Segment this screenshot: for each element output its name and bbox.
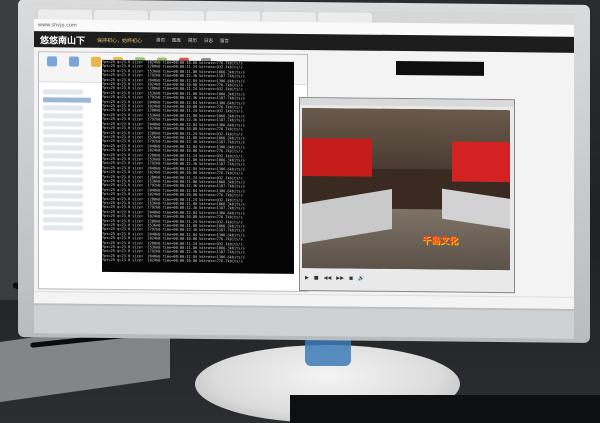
monitor-bezel bbox=[34, 305, 574, 339]
nav-item[interactable]: 图库 bbox=[172, 38, 181, 44]
tree-item[interactable] bbox=[43, 185, 83, 191]
rewind-icon[interactable]: ◀◀ bbox=[324, 275, 332, 281]
folder-tree[interactable] bbox=[43, 86, 105, 283]
nav-item[interactable]: 日志 bbox=[204, 38, 213, 44]
red-stall-sign bbox=[302, 137, 372, 177]
site-nav: 首页 图库 简历 日志 留言 bbox=[156, 37, 229, 44]
tree-item[interactable] bbox=[43, 201, 83, 207]
keyboard bbox=[290, 395, 600, 423]
stop-icon[interactable]: ■ bbox=[314, 275, 319, 281]
monitor-stand-neck bbox=[305, 336, 351, 366]
side-window-header bbox=[396, 60, 484, 76]
video-player-window: 千岛文化 ▶ ■ ◀◀ ▶▶ ◼ 🔊 bbox=[299, 96, 515, 294]
url-input[interactable]: www.shvjo.com bbox=[38, 21, 148, 30]
video-controls: ▶ ■ ◀◀ ▶▶ ◼ 🔊 bbox=[302, 272, 513, 286]
nav-item[interactable]: 简历 bbox=[188, 38, 197, 44]
video-caption: 千岛文化 bbox=[422, 236, 459, 247]
tree-item[interactable] bbox=[43, 97, 91, 103]
fast-forward-icon[interactable]: ▶▶ bbox=[336, 275, 344, 281]
tree-item[interactable] bbox=[43, 209, 83, 215]
back-icon[interactable] bbox=[47, 56, 57, 67]
tree-item[interactable] bbox=[43, 121, 83, 127]
monitor: www.shvjo.com 悠悠南山下 保持初心，始终初心 首页 图库 简历 日… bbox=[18, 0, 590, 343]
video-title bbox=[300, 97, 514, 108]
tree-item[interactable] bbox=[43, 145, 83, 151]
browser-tab[interactable] bbox=[94, 9, 148, 21]
tree-item[interactable] bbox=[43, 169, 83, 175]
site-title[interactable]: 悠悠南山下 bbox=[40, 33, 85, 46]
browser-tab[interactable] bbox=[318, 12, 372, 23]
nav-item[interactable]: 留言 bbox=[220, 38, 229, 44]
monitor-screen: www.shvjo.com 悠悠南山下 保持初心，始终初心 首页 图库 简历 日… bbox=[34, 7, 574, 309]
terminal-line: fps=25 q=23.0 size= 1024kB time=00:00:10… bbox=[102, 258, 243, 264]
browser-tab[interactable] bbox=[38, 9, 92, 20]
fullscreen-icon[interactable]: ◼ bbox=[349, 275, 353, 281]
tree-item[interactable] bbox=[43, 193, 83, 199]
folder-icon[interactable] bbox=[91, 56, 101, 67]
tree-item[interactable] bbox=[43, 137, 83, 143]
tree-item[interactable] bbox=[43, 105, 83, 111]
browser-tab[interactable] bbox=[150, 10, 204, 21]
tree-item[interactable] bbox=[43, 225, 83, 231]
tree-item[interactable] bbox=[43, 177, 83, 183]
tree-item[interactable] bbox=[43, 129, 83, 135]
tree-item[interactable] bbox=[43, 161, 83, 167]
tree-item[interactable] bbox=[43, 153, 83, 159]
volume-icon[interactable]: 🔊 bbox=[358, 276, 364, 282]
red-stall-sign bbox=[452, 141, 510, 183]
site-slogan: 保持初心，始终初心 bbox=[97, 37, 143, 44]
tree-item[interactable] bbox=[43, 89, 83, 95]
tree-item[interactable] bbox=[43, 113, 83, 119]
nav-item[interactable]: 首页 bbox=[156, 37, 165, 43]
forward-icon[interactable] bbox=[69, 56, 79, 67]
terminal-window[interactable]: fps=25 q=23.0 size= 1024kB time=00:00:10… bbox=[102, 59, 294, 274]
play-icon[interactable]: ▶ bbox=[305, 275, 309, 281]
tree-item[interactable] bbox=[43, 217, 83, 223]
browser-tab[interactable] bbox=[206, 10, 260, 22]
browser-tab[interactable] bbox=[262, 11, 316, 23]
video-frame[interactable]: 千岛文化 bbox=[302, 107, 510, 271]
